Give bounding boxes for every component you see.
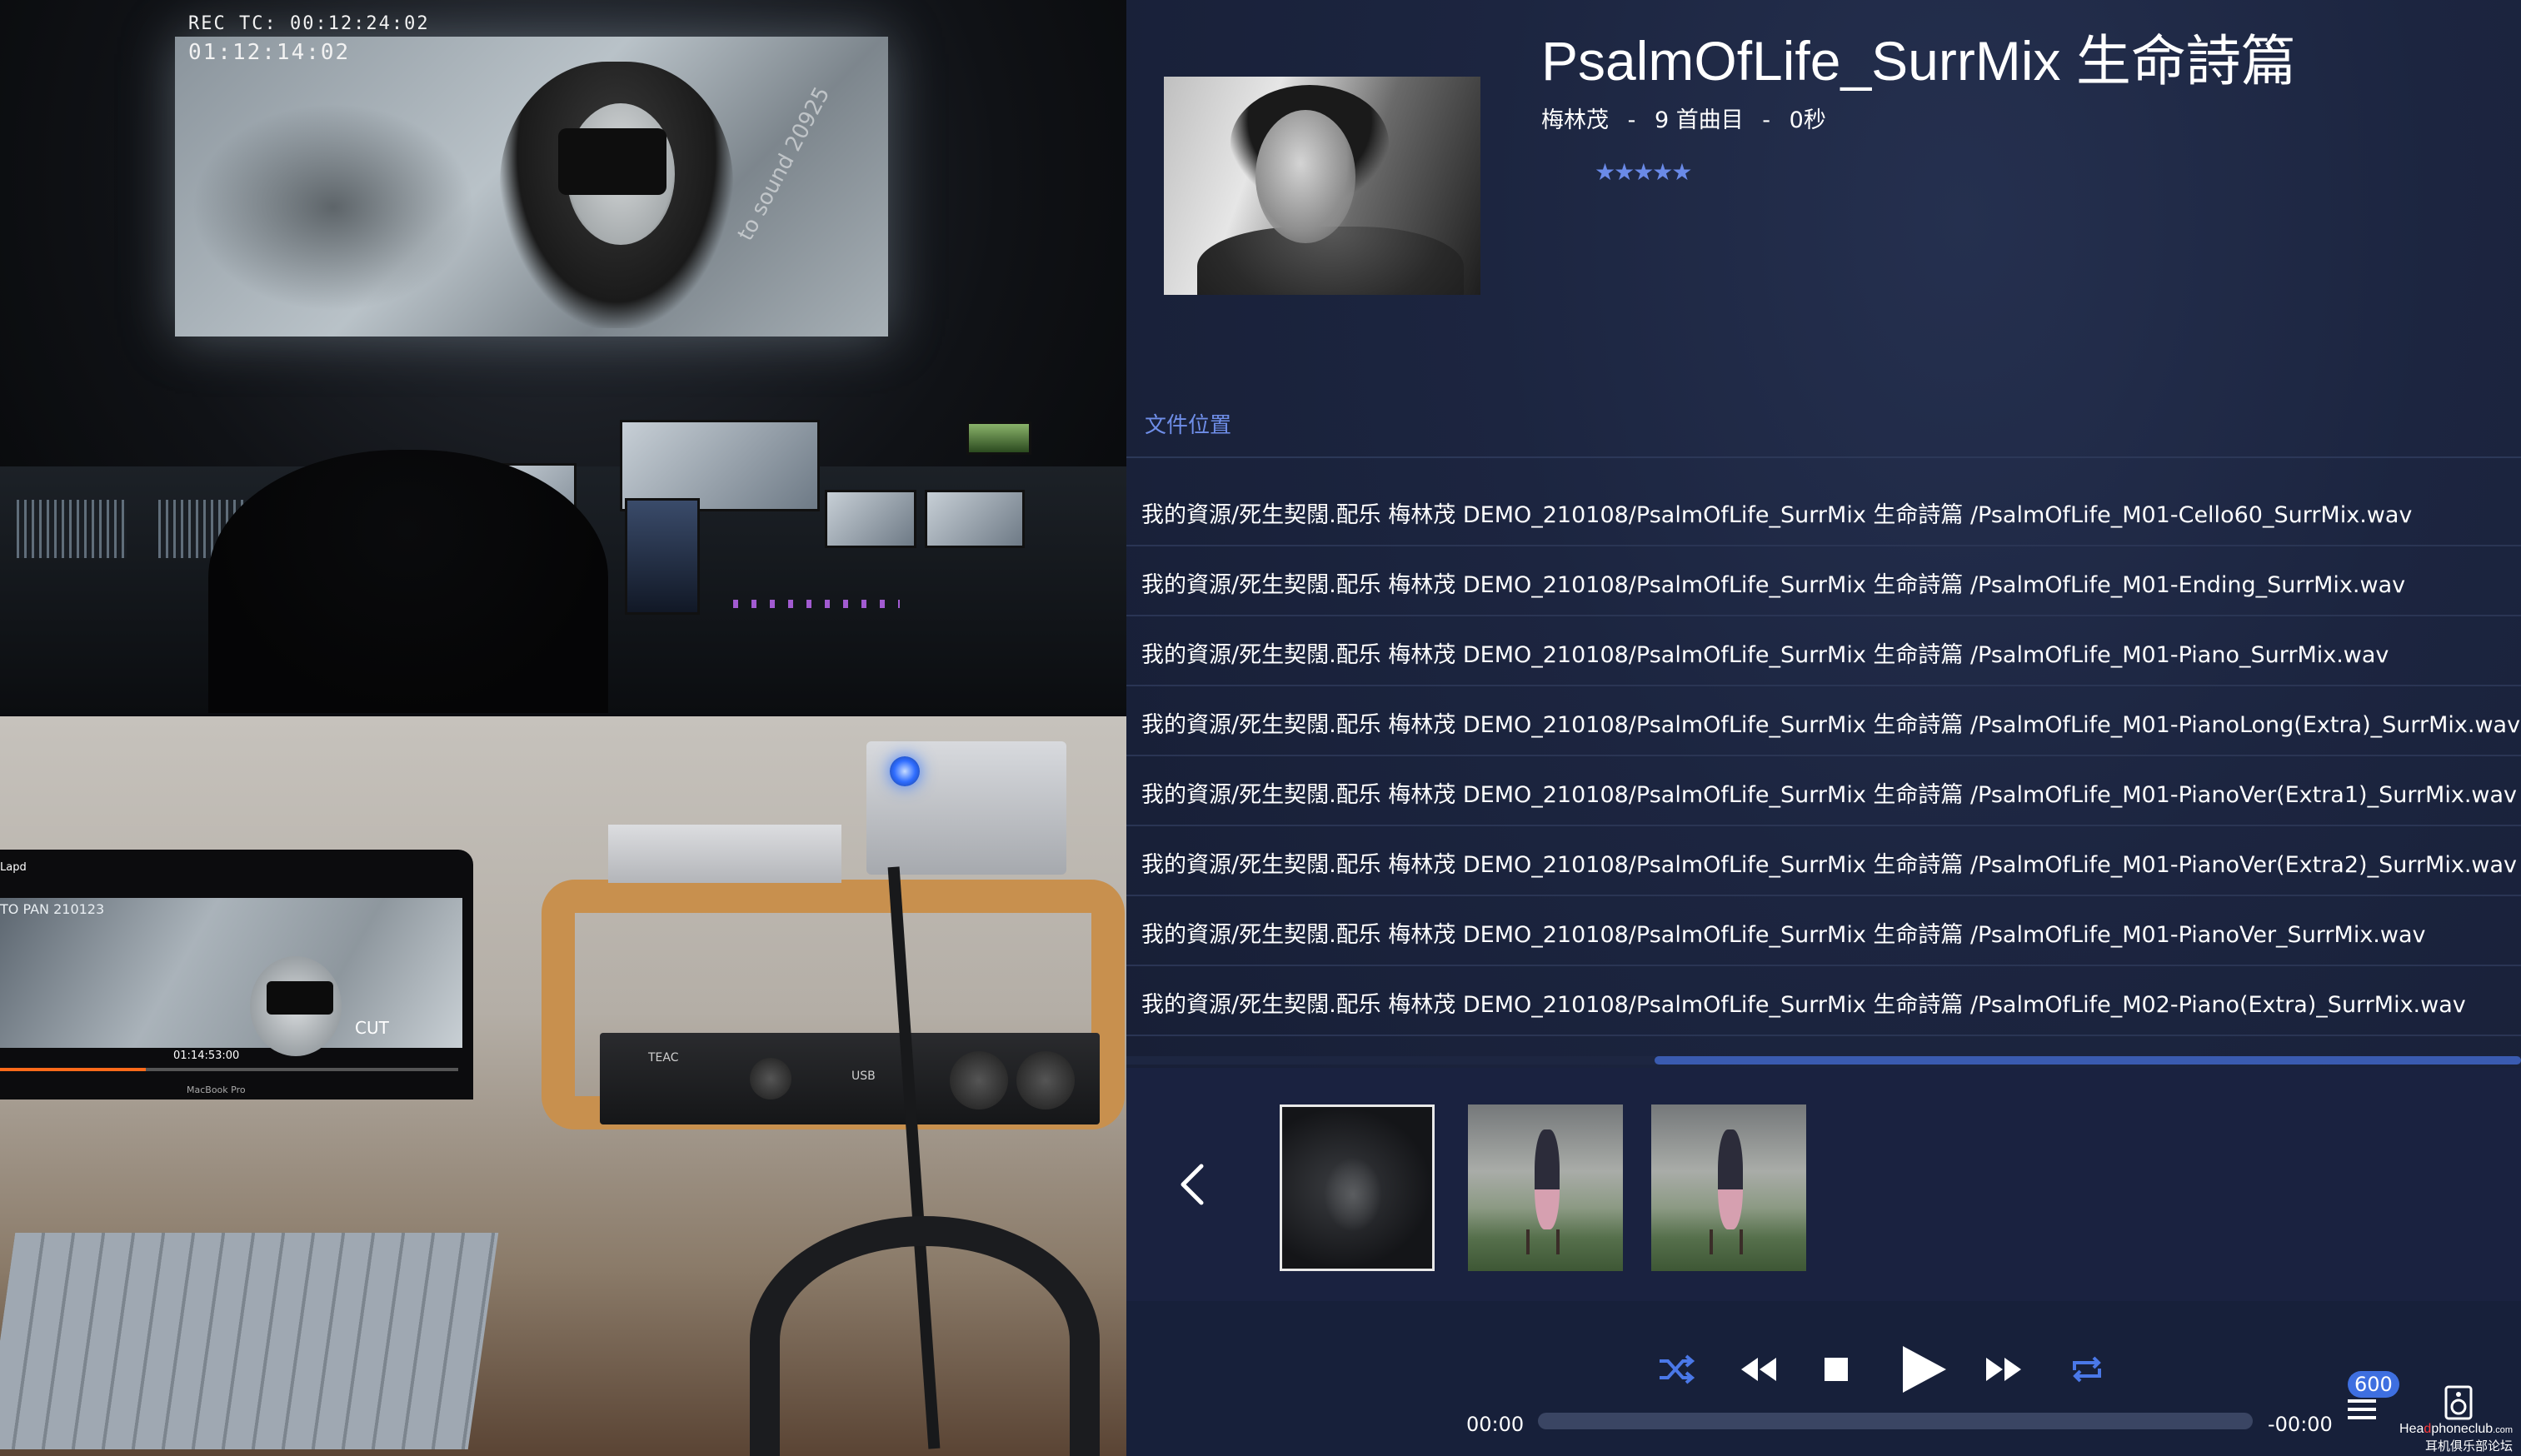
censor-bar — [558, 128, 666, 195]
seek-bar[interactable] — [1538, 1413, 2253, 1429]
remaining-time: -00:00 — [2268, 1413, 2333, 1436]
source-timecode: 01:12:14:02 — [188, 40, 351, 65]
file-row[interactable]: 我的資源/死生契闊.配乐 梅林茂 DEMO_210108/PsalmOfLife… — [1126, 616, 2521, 686]
rewind-icon[interactable] — [1738, 1353, 1780, 1386]
photo-collage: REC TC: 00:12:24:02 01:12:14:02 to sound… — [0, 0, 1126, 1456]
file-row[interactable]: 我的資源/死生契闊.配乐 梅林茂 DEMO_210108/PsalmOfLife… — [1126, 476, 2521, 546]
chevron-left-icon[interactable] — [1175, 1159, 1208, 1209]
speaker-icon[interactable] — [2441, 1384, 2478, 1421]
horizontal-scrollbar-thumb[interactable] — [1655, 1056, 2521, 1065]
laptop-screen: Lapd TO PAN 210123 CUT 01:14:53:00 MacBo… — [0, 850, 473, 1099]
rec-timecode: REC TC: 00:12:24:02 — [188, 13, 430, 34]
tablet-display — [625, 498, 700, 615]
play-icon[interactable] — [1896, 1343, 1949, 1396]
album-artist[interactable]: 梅林茂 — [1541, 107, 1609, 133]
censor-bar — [267, 981, 333, 1015]
file-path: 我的資源/死生契闊.配乐 梅林茂 DEMO_210108/PsalmOfLife… — [1141, 712, 2521, 738]
file-path: 我的資源/死生契闊.配乐 梅林茂 DEMO_210108/PsalmOfLife… — [1141, 502, 2413, 528]
repeat-icon[interactable] — [2068, 1353, 2106, 1386]
headphone-amplifier: TEAC USB — [600, 1033, 1100, 1124]
elapsed-time: 00:00 — [1466, 1413, 1525, 1436]
file-list: 我的資源/死生契闊.配乐 梅林茂 DEMO_210108/PsalmOfLife… — [1126, 476, 2521, 1036]
rating-stars[interactable]: ★★★★★ — [1595, 158, 1693, 186]
power-led — [890, 756, 920, 786]
music-player: PsalmOfLife_SurrMix 生命詩篇 梅林茂 - 9 首曲目 - 0… — [1126, 0, 2521, 1456]
carousel-thumbnail-selected[interactable] — [1280, 1104, 1435, 1271]
file-row[interactable]: 我的資源/死生契闊.配乐 梅林茂 DEMO_210108/PsalmOfLife… — [1126, 546, 2521, 616]
file-path: 我的資源/死生契闊.配乐 梅林茂 DEMO_210108/PsalmOfLife… — [1141, 642, 2389, 668]
file-path: 我的資源/死生契闊.配乐 梅林茂 DEMO_210108/PsalmOfLife… — [1141, 922, 2426, 948]
studio-monitor — [825, 490, 916, 548]
file-row[interactable]: 我的資源/死生契闊.配乐 梅林茂 DEMO_210108/PsalmOfLife… — [1126, 686, 2521, 756]
file-location-label: 文件位置 — [1145, 413, 1232, 438]
file-path: 我的資源/死生契闊.配乐 梅林茂 DEMO_210108/PsalmOfLife… — [1141, 992, 2466, 1018]
file-path: 我的資源/死生契闊.配乐 梅林茂 DEMO_210108/PsalmOfLife… — [1141, 782, 2518, 808]
queue-count-badge: 600 — [2348, 1371, 2399, 1398]
meta-separator: - — [1627, 107, 1636, 133]
file-row[interactable]: 我的資源/死生契闊.配乐 梅林茂 DEMO_210108/PsalmOfLife… — [1126, 756, 2521, 826]
laptop-keyboard — [0, 1233, 499, 1449]
shuffle-icon[interactable] — [1656, 1353, 1696, 1386]
file-row[interactable]: 我的資源/死生契闊.配乐 梅林茂 DEMO_210108/PsalmOfLife… — [1126, 966, 2521, 1036]
album-duration: 0秒 — [1789, 107, 1826, 133]
studio-monitor — [925, 490, 1025, 548]
desk-photo: Lapd TO PAN 210123 CUT 01:14:53:00 MacBo… — [0, 716, 1126, 1456]
file-row[interactable]: 我的資源/死生契闊.配乐 梅林茂 DEMO_210108/PsalmOfLife… — [1126, 896, 2521, 966]
site-watermark: Headphoneclub.com 耳机俱乐部论坛 — [2399, 1422, 2513, 1454]
album-art — [1164, 77, 1480, 295]
album-meta: 梅林茂 - 9 首曲目 - 0秒 — [1541, 102, 1838, 134]
stop-icon[interactable] — [1823, 1356, 1850, 1383]
album-carousel — [1126, 1068, 2521, 1301]
album-title: PsalmOfLife_SurrMix 生命詩篇 — [1541, 30, 2296, 92]
track-count: 9 首曲目 — [1654, 107, 1744, 133]
carousel-thumbnail[interactable] — [1468, 1104, 1623, 1271]
engineer-silhouette — [208, 450, 608, 713]
album-header: PsalmOfLife_SurrMix 生命詩篇 梅林茂 - 9 首曲目 - 0… — [1126, 0, 2521, 408]
section-divider — [1126, 456, 2521, 458]
file-path: 我的資源/死生契闊.配乐 梅林茂 DEMO_210108/PsalmOfLife… — [1141, 572, 2406, 598]
queue-list-icon[interactable] — [2346, 1394, 2379, 1424]
studio-photo: REC TC: 00:12:24:02 01:12:14:02 to sound… — [0, 0, 1126, 713]
carousel-thumbnail[interactable] — [1651, 1104, 1806, 1271]
meta-separator: - — [1762, 107, 1771, 133]
file-row[interactable]: 我的資源/死生契闊.配乐 梅林茂 DEMO_210108/PsalmOfLife… — [1126, 826, 2521, 896]
meter-display — [966, 421, 1031, 455]
headphones — [750, 1216, 1100, 1456]
fast-forward-icon[interactable] — [1983, 1353, 2024, 1386]
playback-controls: 00:00 -00:00 600 Headphoneclub.com 耳机俱乐部… — [1126, 1301, 2521, 1456]
file-path: 我的資源/死生契闊.配乐 梅林茂 DEMO_210108/PsalmOfLife… — [1141, 852, 2518, 878]
